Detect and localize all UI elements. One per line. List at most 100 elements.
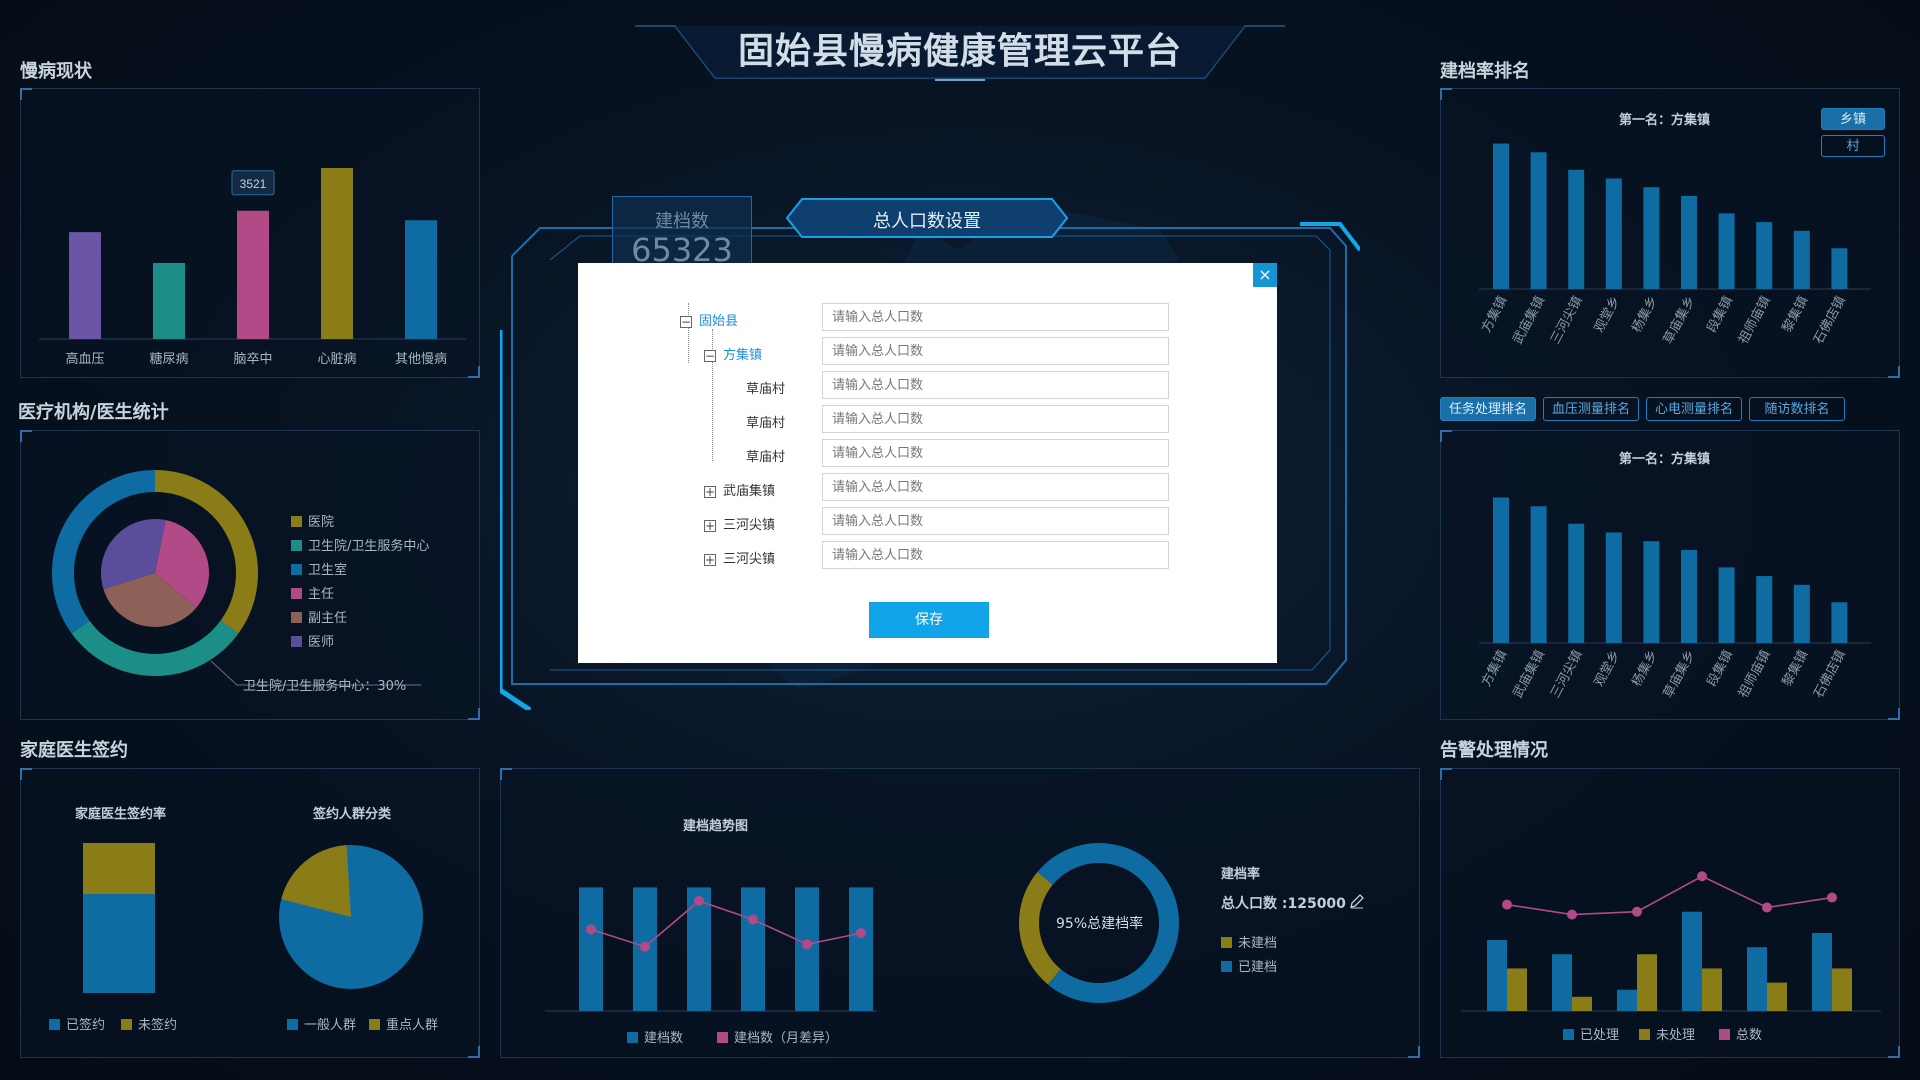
legend-diff: 建档数（月差异） <box>717 1027 838 1046</box>
alarm-panel: 已处理 未处理 总数 <box>1440 768 1900 1058</box>
legend-unsigned: 未签约 <box>121 1014 177 1033</box>
rank-label: 武庙集镇 <box>1510 647 1548 700</box>
rank-label: 方集镇 <box>1478 647 1510 688</box>
rank-bar <box>1643 541 1660 643</box>
rank-bar <box>1718 213 1735 289</box>
rank-label: 黎集镇 <box>1779 293 1811 334</box>
tab-followup-ranking[interactable]: 随访数排名 <box>1749 397 1845 421</box>
unhandled-bar <box>1572 996 1592 1011</box>
collapse-icon[interactable]: − <box>680 316 692 328</box>
legend-count: 建档数 <box>627 1027 683 1046</box>
rank-bar <box>1681 195 1697 289</box>
trend-bar <box>849 887 873 1011</box>
expand-icon[interactable]: + <box>704 486 716 498</box>
tree-label: 草庙村 <box>746 450 786 465</box>
category-label: 其他慢病 <box>395 351 447 366</box>
tree-label: 草庙村 <box>746 382 786 397</box>
rank-bar <box>1530 506 1547 643</box>
rank-bar <box>1605 532 1622 643</box>
ranking-chart-1: 方集镇 武庙集镇 三河尖镇 观堂乡 杨集乡 草庙集乡 段集镇 祖师庙镇 黎集镇 石佛店镇 <box>1478 143 1871 346</box>
tree-row[interactable]: + 三河尖镇 <box>704 514 775 533</box>
rank-label: 段集镇 <box>1704 647 1736 688</box>
rank-label: 武庙集镇 <box>1510 293 1548 346</box>
rank-bar <box>1643 187 1660 289</box>
total-point <box>1567 909 1577 920</box>
trend-point <box>694 895 704 906</box>
count-card: 建档数 65323 <box>612 196 752 270</box>
legend-filed: 已建档 <box>1221 956 1277 975</box>
legend-not-filed: 未建档 <box>1221 932 1277 951</box>
medical-legend-item: 卫生院/卫生服务中心 <box>291 535 429 554</box>
category-label: 高血压 <box>65 351 104 366</box>
unhandled-bar <box>1507 968 1527 1011</box>
legend-text: 卫生室 <box>308 563 348 578</box>
population-input[interactable]: 请输入总人口数 <box>822 337 1169 365</box>
rank-label: 杨集乡 <box>1628 293 1660 334</box>
rank-bar <box>1605 178 1622 289</box>
unhandled-bar <box>1637 954 1657 1011</box>
legend-swatch <box>291 564 302 575</box>
ranking-panel-2: 第一名：方集镇 方集镇 武庙集镇 三河尖镇 观堂乡 杨集乡 草庙集乡 段集镇 祖师庙镇 黎集镇石… <box>1440 430 1900 720</box>
rank-label: 石佛店镇 <box>1810 647 1848 700</box>
count-label: 建档数 <box>655 211 709 232</box>
legend-swatch <box>291 588 302 599</box>
edit-icon[interactable] <box>1349 893 1365 909</box>
rank-bar <box>1493 497 1509 643</box>
population-input[interactable]: 请输入总人口数 <box>822 507 1169 535</box>
tab-task-ranking[interactable]: 任务处理排名 <box>1440 397 1536 421</box>
trend-line <box>590 900 862 948</box>
rank-label: 草庙集乡 <box>1660 293 1698 346</box>
ring-slice <box>71 620 239 676</box>
trend-point <box>748 914 758 925</box>
alarm-chart <box>1461 871 1881 1012</box>
section-title-alarm: 告警处理情况 <box>1440 740 1548 761</box>
legend-swatch <box>291 636 302 647</box>
donut-unfiled <box>1019 872 1062 985</box>
total-point <box>1827 892 1837 903</box>
close-button[interactable]: × <box>1253 263 1277 287</box>
rank-label: 石佛店镇 <box>1810 293 1848 346</box>
tree-row[interactable]: 草庙村 <box>746 446 785 465</box>
expand-icon[interactable]: + <box>704 554 716 566</box>
rank-bar <box>1793 584 1810 643</box>
category-label: 心脏病 <box>317 351 356 366</box>
tab-bp-ranking[interactable]: 血压测量排名 <box>1543 397 1639 421</box>
rank-bar <box>1530 152 1547 289</box>
bar-脑卒中 <box>237 210 269 339</box>
population-input[interactable]: 请输入总人口数 <box>822 405 1169 433</box>
bar-糖尿病 <box>153 263 185 339</box>
tree-row[interactable]: 草庙村 <box>746 378 785 397</box>
tab-ecg-ranking[interactable]: 心电测量排名 <box>1646 397 1742 421</box>
legend-signed: 已签约 <box>49 1014 105 1033</box>
tree-row[interactable]: 草庙村 <box>746 412 785 431</box>
stack-unsigned <box>83 843 155 894</box>
rank-bar <box>1831 248 1848 289</box>
tree-row[interactable]: − 方集镇 <box>704 344 762 363</box>
population-input[interactable]: 请输入总人口数 <box>822 541 1169 569</box>
unhandled-bar <box>1767 982 1787 1011</box>
legend-swatch <box>291 516 302 527</box>
save-button[interactable]: 保存 <box>869 602 989 638</box>
population-input[interactable]: 请输入总人口数 <box>822 303 1169 331</box>
unhandled-bar <box>1832 968 1852 1011</box>
population-input[interactable]: 请输入总人口数 <box>822 371 1169 399</box>
tree-label: 方集镇 <box>723 348 763 363</box>
population-input[interactable]: 请输入总人口数 <box>822 473 1169 501</box>
tree-row[interactable]: + 武庙集镇 <box>704 480 775 499</box>
legend-unhandled: 未处理 <box>1639 1024 1695 1043</box>
tree-label: 草庙村 <box>746 416 786 431</box>
expand-icon[interactable]: + <box>704 520 716 532</box>
unhandled-bar <box>1702 968 1722 1011</box>
legend-text: 医师 <box>308 635 335 650</box>
rank-bar <box>1831 602 1848 643</box>
rank-label: 祖师庙镇 <box>1735 647 1773 700</box>
medical-panel: 医院 卫生院/卫生服务中心 卫生室 主任 副主任 医师 卫生院/卫生服务中心：30% <box>20 430 480 720</box>
tree-row[interactable]: − 固始县 <box>680 310 738 329</box>
collapse-icon[interactable]: − <box>704 350 716 362</box>
section-title-ranking: 建档率排名 <box>1440 61 1530 82</box>
tree-row[interactable]: + 三河尖镇 <box>704 548 775 567</box>
population-input[interactable]: 请输入总人口数 <box>822 439 1169 467</box>
page-title: 固始县慢病健康管理云平台 <box>737 31 1182 72</box>
rank-label: 观堂乡 <box>1591 293 1623 334</box>
tooltip-value: 3521 <box>240 177 267 191</box>
